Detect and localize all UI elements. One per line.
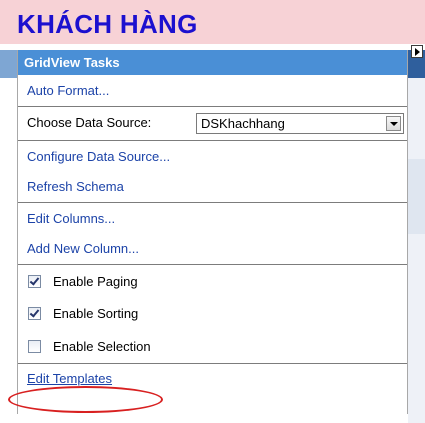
smart-tag-arrow-icon[interactable] [411,45,423,58]
choose-data-source-row: Choose Data Source: DSKhachhang [18,106,407,140]
enable-selection-label: Enable Selection [53,339,151,354]
highlight-ellipse [8,386,163,413]
choose-data-source-label: Choose Data Source: [27,115,152,130]
chevron-down-icon[interactable] [386,116,401,131]
data-source-value: DSKhachhang [201,116,285,131]
enable-selection-row[interactable]: Enable Selection [18,330,407,363]
data-source-dropdown[interactable]: DSKhachhang [196,113,404,134]
gridview-left-edge [0,44,17,423]
refresh-schema-link[interactable]: Refresh Schema [18,171,407,202]
configure-data-source-label[interactable]: Configure Data Source... [27,149,170,164]
enable-selection-checkbox[interactable] [28,340,41,353]
enable-sorting-row[interactable]: Enable Sorting [18,297,407,330]
edit-templates-label[interactable]: Edit Templates [27,371,112,386]
design-surface: KHÁCH HÀNG GridView Tasks Auto Format...… [0,0,425,423]
enable-sorting-label: Enable Sorting [53,306,139,321]
gridview-tasks-panel: GridView Tasks Auto Format... Choose Dat… [17,50,408,414]
refresh-schema-label[interactable]: Refresh Schema [27,179,124,194]
panel-title: GridView Tasks [18,50,407,75]
auto-format-label[interactable]: Auto Format... [27,83,109,98]
add-new-column-label[interactable]: Add New Column... [27,241,139,256]
enable-sorting-checkbox[interactable] [28,307,41,320]
configure-data-source-link[interactable]: Configure Data Source... [18,140,407,171]
edit-columns-label[interactable]: Edit Columns... [27,211,115,226]
enable-paging-row[interactable]: Enable Paging [18,264,407,297]
enable-paging-label: Enable Paging [53,274,138,289]
gridview-right-edge [408,44,425,423]
page-heading: KHÁCH HÀNG [17,9,198,39]
edit-columns-link[interactable]: Edit Columns... [18,202,407,233]
add-new-column-link[interactable]: Add New Column... [18,233,407,264]
auto-format-link[interactable]: Auto Format... [18,75,407,106]
enable-paging-checkbox[interactable] [28,275,41,288]
